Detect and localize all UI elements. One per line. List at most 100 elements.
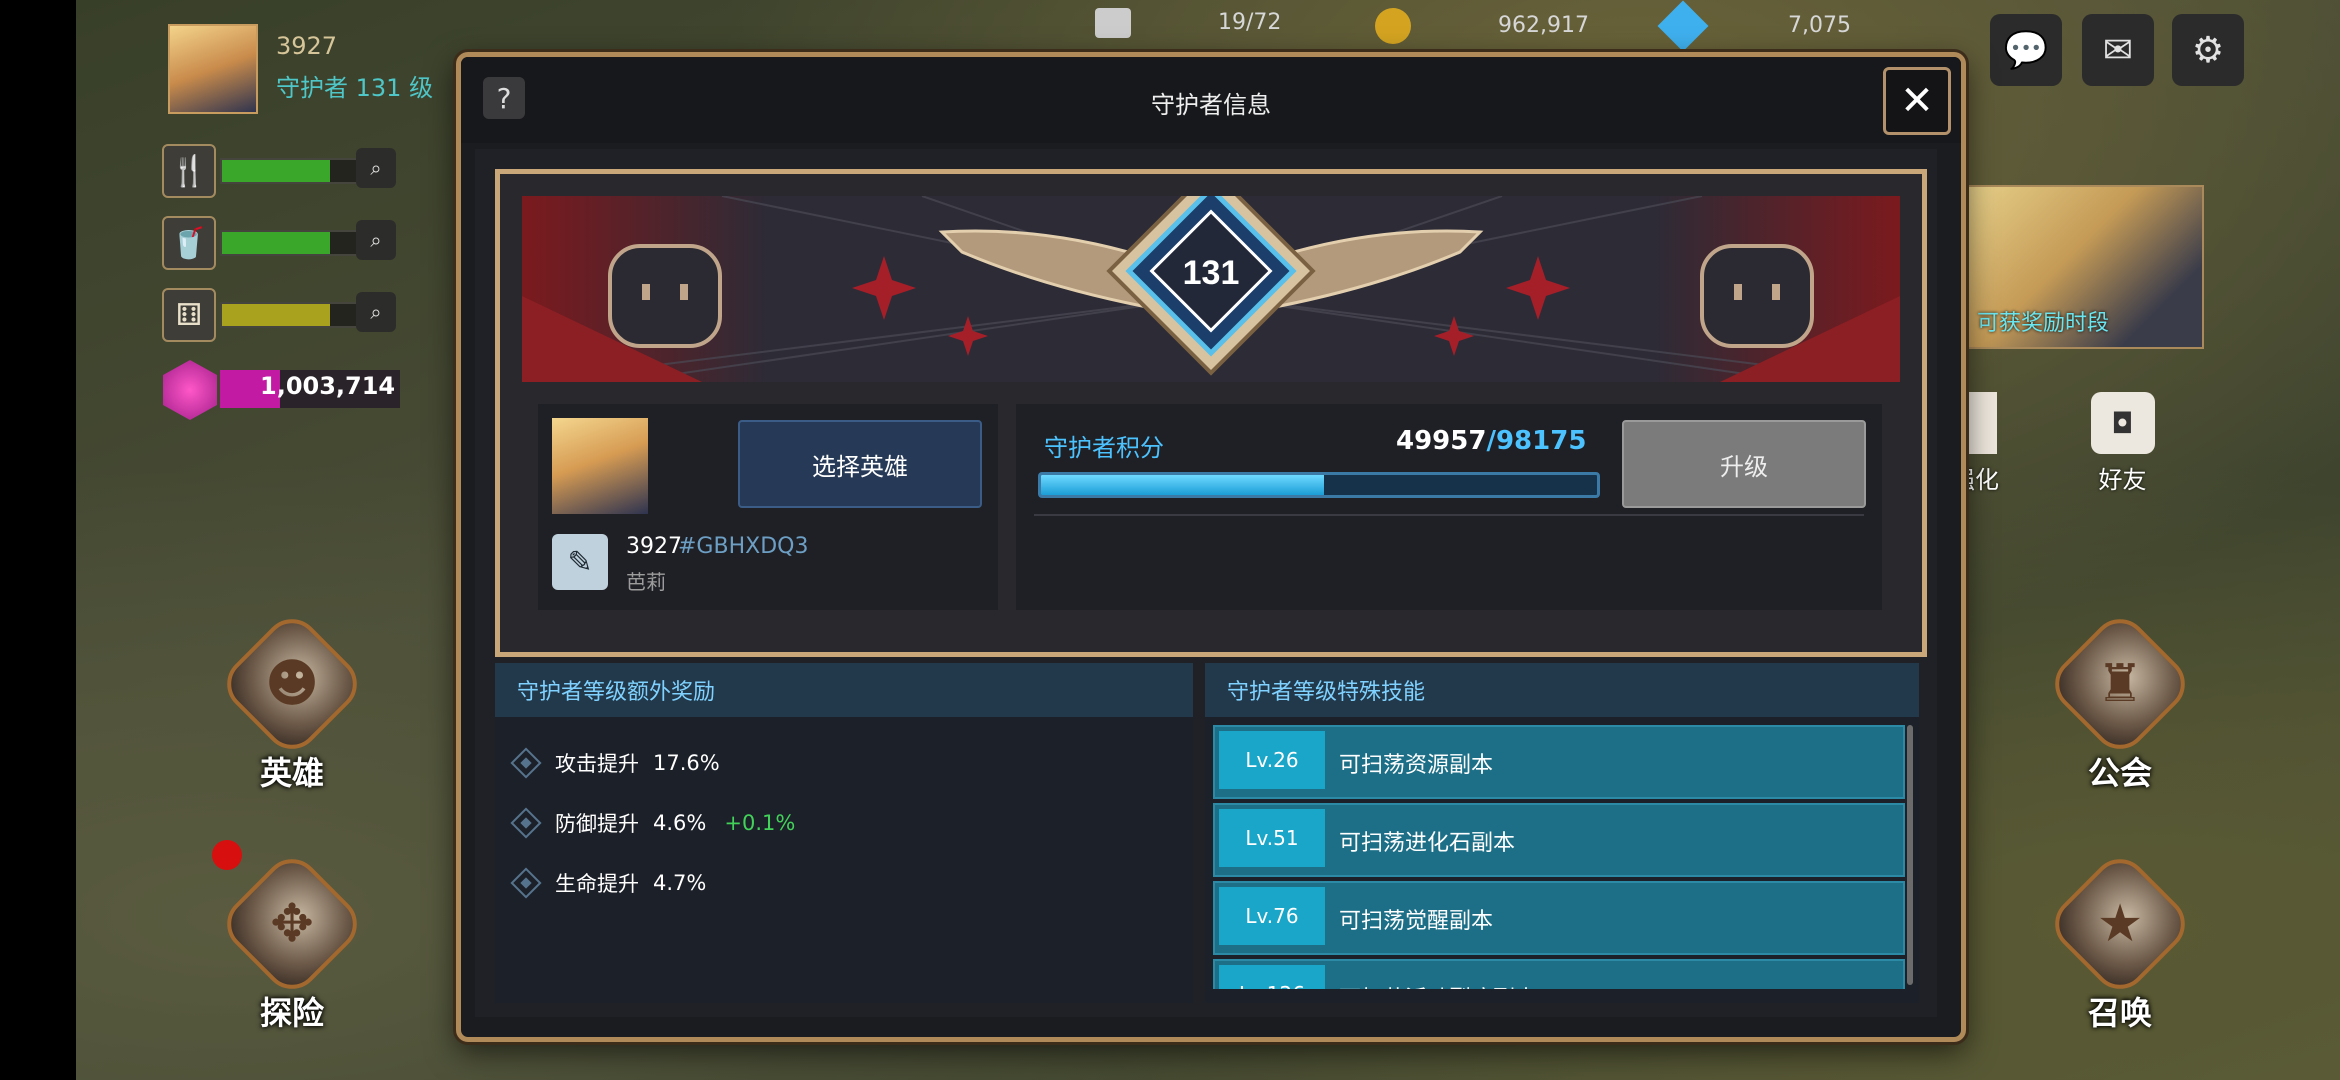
bonus-value: 4.7% <box>653 871 707 895</box>
gem-counter[interactable]: 1,003,714 <box>160 360 400 420</box>
skill-row: Lv.76 可扫荡觉醒副本 <box>1213 881 1905 955</box>
mail-icon[interactable]: ✉ <box>2082 14 2154 86</box>
score-progress-fill <box>1041 475 1324 495</box>
hero-menu-label: 英雄 <box>259 754 324 792</box>
player-name-label: 3927 <box>626 534 682 559</box>
bonus-row-health: 生命提升 4.7% <box>510 863 707 903</box>
magnifier-icon[interactable]: ⌕ <box>356 292 396 332</box>
skills-scrollbar[interactable] <box>1907 725 1913 985</box>
player-name: 3927 <box>276 32 338 60</box>
pink-gem-icon <box>163 360 217 420</box>
stat-bar <box>220 230 374 256</box>
player-tag[interactable]: #GBHXDQ3 <box>678 534 808 559</box>
friends-label: 好友 <box>2098 466 2147 494</box>
bonus-row-attack: 攻击提升 17.6% <box>510 743 720 783</box>
fork-knife-icon: 🍴 <box>162 144 216 198</box>
diamond-resource[interactable]: 7,075 <box>1657 0 1895 56</box>
hero-portrait[interactable] <box>552 418 648 514</box>
bonus-panel-title: 守护者等级额外奖励 <box>495 663 1193 717</box>
gear-icon[interactable]: ⚙ <box>2172 14 2244 86</box>
chat-icon[interactable]: 💬 <box>1990 14 2062 86</box>
dialog-body: 131 选择英雄 ✎ 3927 #GBHXDQ3 芭莉 守护者积分 49957/… <box>475 149 1937 1017</box>
score-progress-bar <box>1038 472 1600 498</box>
magnifier-icon[interactable]: ⌕ <box>356 148 396 188</box>
bonus-label: 防御提升 <box>555 812 639 836</box>
stamina-value: 19/72 <box>1218 10 1282 35</box>
score-max: /98175 <box>1486 426 1587 456</box>
level-bonus-panel: 守护者等级额外奖励 攻击提升 17.6% 防御提升 4.6% +0.1% 生命提… <box>495 663 1193 1003</box>
compass-emblem-icon: ✥ <box>215 847 369 1001</box>
bonus-label: 生命提升 <box>555 872 639 896</box>
guardian-level-number: 131 <box>1183 254 1240 292</box>
guardian-info-dialog: ? 守护者信息 ✕ 131 选择英雄 ✎ 3927 #GBHXDQ3 芭莉 守护… <box>456 52 1966 1042</box>
gold-resource[interactable]: 962,917 <box>1375 8 1605 56</box>
special-skills-panel[interactable]: 守护者等级特殊技能 Lv.26 可扫荡资源副本 Lv.51 可扫荡进化石副本 L… <box>1205 663 1919 1003</box>
stat-food: 🍴 ⌕ <box>160 142 400 198</box>
explore-menu-button[interactable]: ✥ 探险 <box>202 840 382 1034</box>
skill-name: 可扫荡进化石副本 <box>1339 831 1516 856</box>
diamond-bullet-icon <box>510 747 542 779</box>
summon-menu-button[interactable]: ★ 召唤 <box>2030 847 2210 1034</box>
player-level: 守护者 131 级 <box>276 74 434 102</box>
diamond-bullet-icon <box>510 807 542 839</box>
player-avatar[interactable] <box>168 24 258 114</box>
gem-value: 1,003,714 <box>260 372 396 400</box>
stat-bar <box>220 158 374 184</box>
castle-emblem-icon: ♜ <box>2043 607 2197 761</box>
bonus-value: 4.6% <box>653 811 707 835</box>
close-icon: ✕ <box>1900 78 1934 124</box>
level-banner-frame: 131 选择英雄 ✎ 3927 #GBHXDQ3 芭莉 守护者积分 49957/… <box>495 169 1927 657</box>
robot-face-icon: ◘ <box>2090 392 2155 454</box>
skills-panel-title: 守护者等级特殊技能 <box>1205 663 1919 717</box>
upgrade-button[interactable]: 升级 <box>1622 420 1866 508</box>
event-banner[interactable]: 可获奖励时段 <box>1955 185 2204 349</box>
summon-menu-label: 召唤 <box>2087 994 2152 1032</box>
skill-level-badge: Lv.126 <box>1219 965 1325 989</box>
skill-name: 可扫荡资源副本 <box>1339 753 1494 778</box>
bonus-extra: +0.1% <box>724 811 796 835</box>
score-panel: 守护者积分 49957/98175 升级 <box>1016 404 1882 610</box>
bonus-label: 攻击提升 <box>555 752 639 776</box>
screen-edge <box>0 0 76 1080</box>
skill-name: 可扫荡觉醒副本 <box>1339 909 1494 934</box>
close-button[interactable]: ✕ <box>1883 67 1951 135</box>
skill-name: 可扫荡活动裂痕副本 <box>1339 981 1537 989</box>
skill-row: Lv.26 可扫荡资源副本 <box>1213 725 1905 799</box>
wing-emblem-art: 131 <box>522 196 1900 382</box>
stamina-resource[interactable]: 19/72 <box>1095 8 1325 56</box>
summon-emblem-icon: ★ <box>2043 847 2197 1001</box>
hero-menu-button[interactable]: ☻ 英雄 <box>202 607 382 794</box>
score-label: 守护者积分 <box>1044 434 1164 462</box>
diamond-bullet-icon <box>510 867 542 899</box>
skill-level-badge: Lv.51 <box>1219 809 1325 867</box>
magnifier-icon[interactable]: ⌕ <box>356 220 396 260</box>
hero-emblem-icon: ☻ <box>215 607 369 761</box>
guild-menu-button[interactable]: ♜ 公会 <box>2030 607 2210 794</box>
skills-list[interactable]: Lv.26 可扫荡资源副本 Lv.51 可扫荡进化石副本 Lv.76 可扫荡觉醒… <box>1205 717 1919 989</box>
guild-menu-label: 公会 <box>2087 754 2152 792</box>
stat-fill <box>222 304 330 326</box>
dialog-header: ? 守护者信息 ✕ <box>461 57 1961 143</box>
friends-button[interactable]: ◘ 好友 <box>2075 392 2170 495</box>
select-hero-button[interactable]: 选择英雄 <box>738 420 982 508</box>
score-current: 49957 <box>1396 426 1487 456</box>
skill-level-badge: Lv.26 <box>1219 731 1325 789</box>
bonus-value: 17.6% <box>653 751 720 775</box>
skill-level-badge: Lv.76 <box>1219 887 1325 945</box>
hero-name: 芭莉 <box>626 570 666 594</box>
stat-drink: 🥤 ⌕ <box>160 214 400 270</box>
divider <box>1034 514 1864 516</box>
event-banner-text: 可获奖励时段 <box>1977 311 2110 336</box>
level-banner-art: 131 <box>522 196 1900 382</box>
notification-dot <box>212 840 242 870</box>
diamond-icon <box>1657 0 1709 52</box>
stamina-icon <box>1095 8 1131 38</box>
stat-fill <box>222 160 330 182</box>
dice-icon: ⚅ <box>162 288 216 342</box>
dialog-title: 守护者信息 <box>1151 91 1271 119</box>
stat-bar <box>220 302 374 328</box>
gold-coin-icon <box>1375 8 1411 44</box>
stat-luck: ⚅ ⌕ <box>160 286 400 342</box>
edit-pencil-icon[interactable]: ✎ <box>552 534 608 590</box>
diamond-value: 7,075 <box>1788 13 1851 38</box>
